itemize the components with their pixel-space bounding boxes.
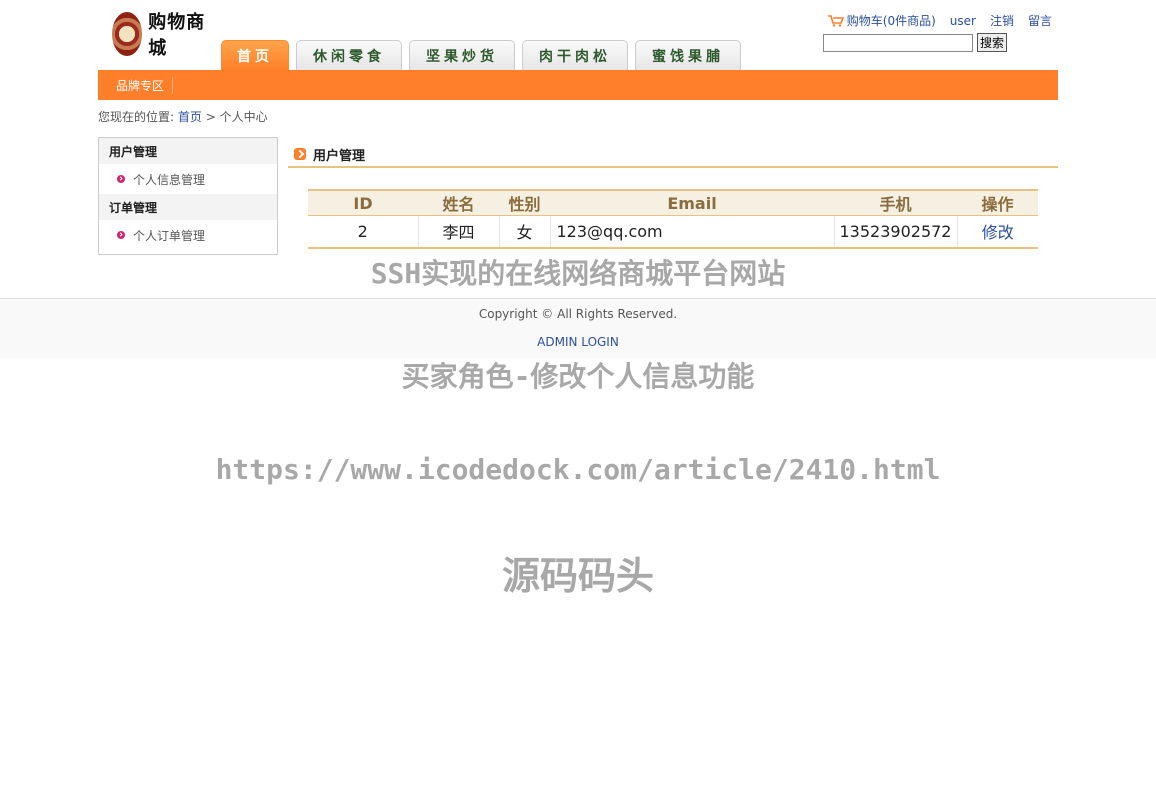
cell-gender: 女	[498, 215, 550, 249]
main-nav: 首页 休闲零食 坚果炒货 肉干肉松 蜜饯果脯	[221, 40, 748, 70]
sidebar-group-order-management: 订单管理	[99, 194, 277, 220]
copyright-text: Copyright © All Rights Reserved.	[478, 307, 678, 321]
cell-email: 123@qq.com	[549, 215, 834, 249]
search-button[interactable]: 搜索	[977, 33, 1008, 52]
sidebar-item-personal-orders[interactable]: 个人订单管理	[99, 220, 277, 250]
breadcrumb-home-link[interactable]: 首页	[178, 110, 202, 124]
cell-action: 修改	[956, 215, 1038, 249]
arrow-right-icon	[294, 148, 306, 160]
logo-seal-icon	[112, 12, 143, 56]
breadcrumb-separator: >	[205, 110, 216, 124]
breadcrumb-current: 个人中心	[219, 110, 268, 124]
nav-tab-home[interactable]: 首页	[221, 40, 289, 70]
bullet-arrow-icon	[117, 231, 125, 239]
nav-tab-snacks[interactable]: 休闲零食	[296, 40, 402, 70]
edit-link[interactable]: 修改	[982, 223, 1014, 242]
cart-link[interactable]: 购物车(0件商品)	[827, 12, 936, 29]
content-header: 用户管理	[288, 142, 1058, 168]
user-link[interactable]: user	[950, 14, 976, 28]
col-header-id: ID	[308, 189, 418, 216]
search-bar: 搜索	[823, 33, 1008, 52]
cell-id: 2	[308, 215, 418, 249]
brand-zone-link[interactable]: 品牌专区	[116, 76, 174, 94]
table-header-row: ID 姓名 性别 Email 手机 操作	[308, 189, 1038, 216]
sidebar-item-label: 个人信息管理	[133, 172, 206, 187]
users-table: ID 姓名 性别 Email 手机 操作 2 李四 女 123@qq.com 1…	[308, 189, 1038, 249]
cart-icon	[827, 14, 844, 27]
col-header-gender: 性别	[499, 189, 550, 216]
nav-tab-dried-fruit[interactable]: 蜜饯果脯	[635, 40, 741, 70]
site-logo[interactable]: 购物商城	[112, 8, 216, 60]
sidebar-item-label: 个人订单管理	[133, 228, 206, 243]
sidebar: 用户管理 个人信息管理 订单管理 个人订单管理	[98, 137, 278, 255]
col-header-action: 操作	[957, 189, 1038, 216]
top-links: 购物车(0件商品) user 注销 留言	[827, 12, 1052, 29]
page-title: 用户管理	[313, 148, 366, 164]
watermark-url: https://www.icodedock.com/article/2410.h…	[215, 453, 941, 486]
watermark-subtitle: 买家角色-修改个人信息功能	[401, 360, 755, 393]
cell-phone: 13523902572	[833, 215, 957, 249]
search-input[interactable]	[823, 33, 973, 52]
footer: Copyright © All Rights Reserved. ADMIN L…	[0, 298, 1156, 358]
watermark-brand: 源码码头	[501, 554, 654, 598]
logo-text: 购物商城	[148, 12, 206, 59]
watermark-title: SSH实现的在线网络商城平台网站	[370, 257, 786, 290]
admin-login-link[interactable]: ADMIN LOGIN	[537, 335, 619, 349]
col-header-phone: 手机	[834, 189, 957, 216]
col-header-email: Email	[550, 189, 834, 216]
breadcrumb-prefix: 您现在的位置:	[98, 110, 175, 124]
category-bar: 品牌专区	[98, 70, 1058, 100]
breadcrumb: 您现在的位置: 首页 > 个人中心	[98, 108, 268, 125]
nav-tab-jerky[interactable]: 肉干肉松	[522, 40, 628, 70]
message-link[interactable]: 留言	[1028, 12, 1052, 29]
logout-link[interactable]: 注销	[990, 12, 1014, 29]
sidebar-group-user-management: 用户管理	[99, 138, 277, 164]
cell-name: 李四	[417, 215, 499, 249]
cart-label: 购物车(0件商品)	[846, 14, 936, 28]
table-row: 2 李四 女 123@qq.com 13523902572 修改	[308, 215, 1038, 249]
nav-tab-nuts[interactable]: 坚果炒货	[409, 40, 515, 70]
col-header-name: 姓名	[418, 189, 499, 216]
bullet-arrow-icon	[117, 175, 125, 183]
sidebar-item-personal-info[interactable]: 个人信息管理	[99, 164, 277, 194]
